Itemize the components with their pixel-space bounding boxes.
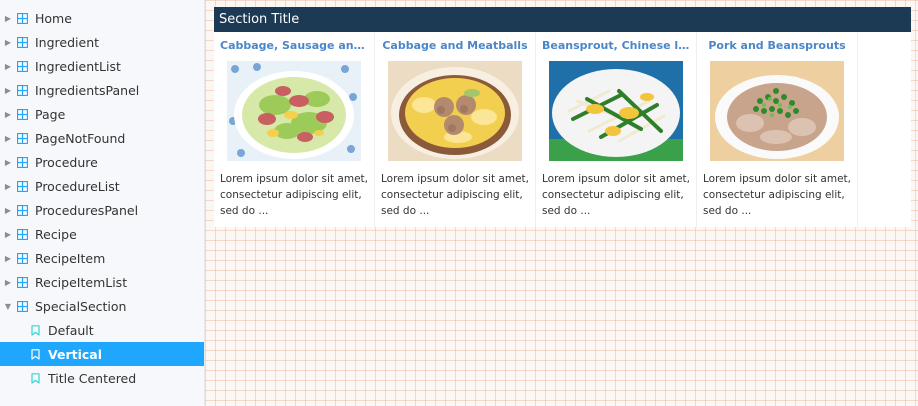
collapsed-arrow-icon: ▶	[4, 181, 12, 191]
tree-item-home[interactable]: ▶ Home	[0, 6, 204, 30]
tree-item-pagenotfound[interactable]: ▶ PageNotFound	[0, 126, 204, 150]
bookmark-icon	[29, 323, 41, 337]
tree-item-label: Page	[35, 106, 66, 122]
story-item-title-centered[interactable]: Title Centered	[0, 366, 204, 390]
tree-item-label: ProceduresPanel	[35, 202, 139, 218]
recipe-card[interactable]: Cabbage, Sausage and Eg...	[214, 32, 375, 227]
beansprout-leek-photo[interactable]	[549, 61, 683, 161]
preview-canvas: Section Title Cabbage, Sausage and Eg...	[205, 0, 918, 406]
component-icon	[15, 155, 29, 169]
recipe-card-title[interactable]: Pork and Beansprouts	[703, 38, 851, 54]
recipe-card-title[interactable]: Cabbage and Meatballs	[381, 38, 529, 54]
tree-item-procedurelist[interactable]: ▶ ProcedureList	[0, 174, 204, 198]
component-icon	[15, 131, 29, 145]
collapsed-arrow-icon: ▶	[4, 133, 12, 143]
collapsed-arrow-icon: ▶	[4, 13, 12, 23]
recipe-card-description: Lorem ipsum dolor sit amet, consectetur …	[220, 173, 368, 217]
story-item-default[interactable]: Default	[0, 318, 204, 342]
collapsed-arrow-icon: ▶	[4, 229, 12, 239]
cabbage-sausage-photo[interactable]	[227, 61, 361, 161]
tree-item-procedurespanel[interactable]: ▶ ProceduresPanel	[0, 198, 204, 222]
collapsed-arrow-icon: ▶	[4, 61, 12, 71]
story-item-label: Vertical	[48, 346, 103, 362]
tree-item-recipe[interactable]: ▶ Recipe	[0, 222, 204, 246]
collapsed-arrow-icon: ▶	[4, 205, 12, 215]
tree-item-label: ProcedureList	[35, 178, 120, 194]
collapsed-arrow-icon: ▶	[4, 37, 12, 47]
story-item-label: Default	[48, 322, 94, 338]
storybook-sidebar: ▶ Home ▶ Ingredient ▶ IngredientList ▶ I…	[0, 0, 205, 406]
bookmark-icon	[29, 371, 41, 385]
collapsed-arrow-icon: ▶	[4, 85, 12, 95]
collapsed-arrow-icon: ▶	[4, 109, 12, 119]
tree-item-label: Ingredient	[35, 34, 100, 50]
recipe-card-description: Lorem ipsum dolor sit amet, consectetur …	[703, 173, 851, 217]
recipe-card-title[interactable]: Beansprout, Chinese leek ...	[542, 38, 690, 54]
recipe-card[interactable]: Beansprout, Chinese leek ...	[536, 32, 697, 227]
collapsed-arrow-icon: ▶	[4, 253, 12, 263]
recipe-card-list: Cabbage, Sausage and Eg...	[214, 32, 911, 227]
tree-item-label: RecipeItemList	[35, 274, 128, 290]
tree-item-procedure[interactable]: ▶ Procedure	[0, 150, 204, 174]
tree-item-recipeitem[interactable]: ▶ RecipeItem	[0, 246, 204, 270]
tree-item-recipeitemlist[interactable]: ▶ RecipeItemList	[0, 270, 204, 294]
tree-item-ingredient[interactable]: ▶ Ingredient	[0, 30, 204, 54]
recipe-card[interactable]: Pork and Beansprouts Lorem ipsum dolor s…	[697, 32, 858, 227]
tree-item-page[interactable]: ▶ Page	[0, 102, 204, 126]
recipe-card-description: Lorem ipsum dolor sit amet, consectetur …	[542, 173, 690, 217]
pork-beansprouts-photo[interactable]	[710, 61, 844, 161]
recipe-card[interactable]: Cabbage and Meatballs Lorem ipsum dolor …	[375, 32, 536, 227]
tree-item-label: Home	[35, 10, 72, 26]
component-icon	[15, 275, 29, 289]
tree-item-label: RecipeItem	[35, 250, 106, 266]
component-icon	[15, 35, 29, 49]
tree-item-label: IngredientList	[35, 58, 121, 74]
component-icon	[15, 83, 29, 97]
recipe-card-title[interactable]: Cabbage, Sausage and Eg...	[220, 38, 368, 54]
tree-item-ingredientlist[interactable]: ▶ IngredientList	[0, 54, 204, 78]
collapsed-arrow-icon: ▶	[4, 277, 12, 287]
component-icon	[15, 227, 29, 241]
tree-item-label: Recipe	[35, 226, 77, 242]
component-icon	[15, 299, 29, 313]
story-item-vertical[interactable]: Vertical	[0, 342, 204, 366]
story-item-label: Title Centered	[48, 370, 137, 386]
component-icon	[15, 251, 29, 265]
component-icon	[15, 203, 29, 217]
tree-item-ingredientspanel[interactable]: ▶ IngredientsPanel	[0, 78, 204, 102]
component-icon	[15, 179, 29, 193]
tree-item-label: SpecialSection	[35, 298, 127, 314]
component-icon	[15, 11, 29, 25]
cabbage-meatballs-photo[interactable]	[388, 61, 522, 161]
tree-item-label: PageNotFound	[35, 130, 126, 146]
expanded-arrow-icon: ▼	[4, 301, 12, 311]
component-icon	[15, 59, 29, 73]
special-section: Section Title Cabbage, Sausage and Eg...	[214, 7, 911, 227]
tree-item-label: Procedure	[35, 154, 98, 170]
component-icon	[15, 107, 29, 121]
bookmark-icon	[29, 347, 41, 361]
tree-item-label: IngredientsPanel	[35, 82, 140, 98]
recipe-card-description: Lorem ipsum dolor sit amet, consectetur …	[381, 173, 529, 217]
section-title: Section Title	[214, 7, 911, 32]
collapsed-arrow-icon: ▶	[4, 157, 12, 167]
tree-item-specialsection[interactable]: ▼ SpecialSection	[0, 294, 204, 318]
